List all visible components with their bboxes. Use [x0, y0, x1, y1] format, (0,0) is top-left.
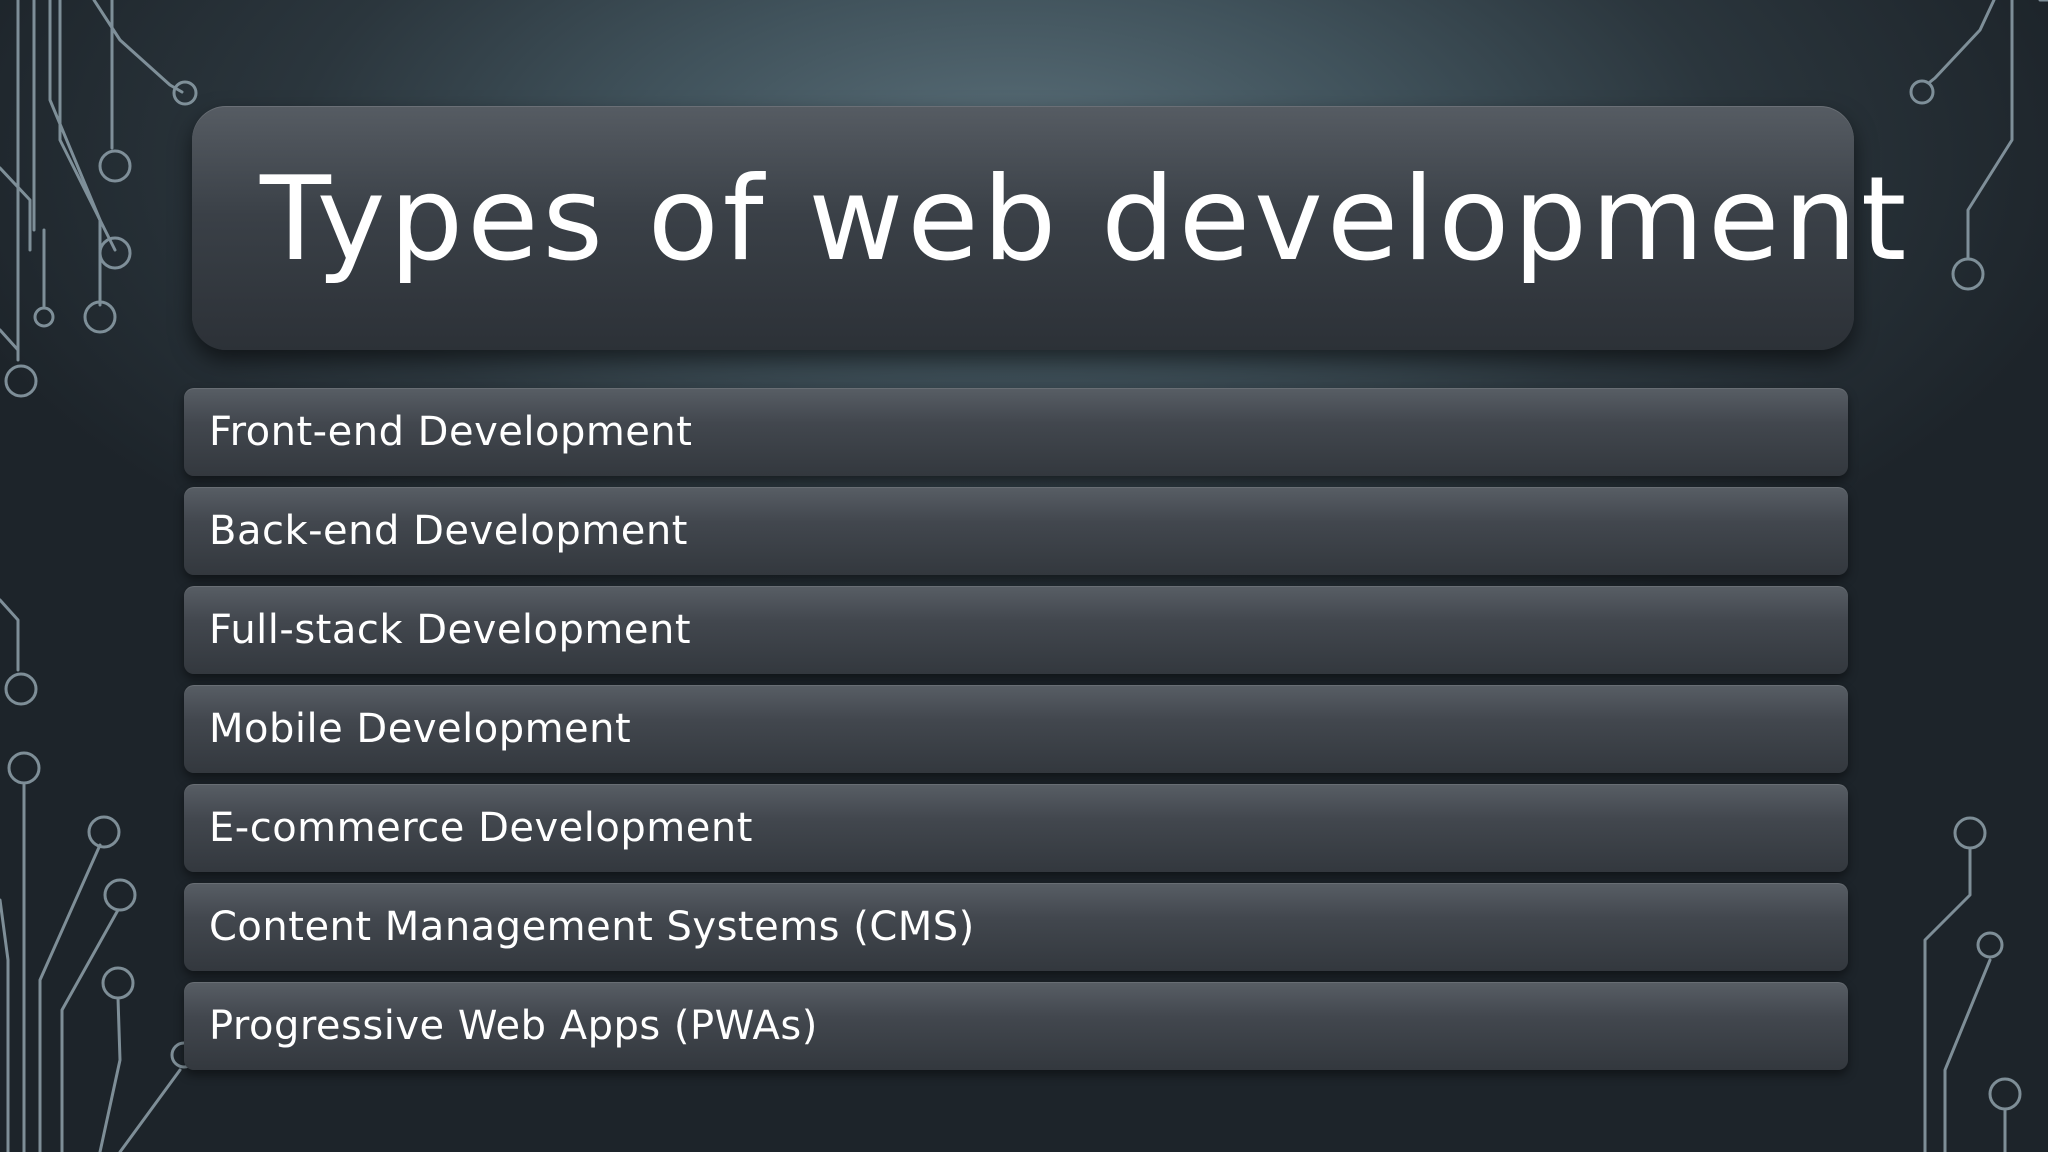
- list-item-label: Front-end Development: [209, 409, 693, 455]
- list-item: Back-end Development: [184, 487, 1848, 575]
- slide-title: Types of web development: [260, 152, 1911, 287]
- list-item: Progressive Web Apps (PWAs): [184, 982, 1848, 1070]
- list-item-label: Progressive Web Apps (PWAs): [209, 1003, 818, 1049]
- development-types-list: Front-end Development Back-end Developme…: [184, 388, 1848, 1081]
- list-item-label: Mobile Development: [209, 706, 632, 752]
- list-item-label: Back-end Development: [209, 508, 688, 554]
- list-item-label: Content Management Systems (CMS): [209, 904, 975, 950]
- list-item: Full-stack Development: [184, 586, 1848, 674]
- list-item-label: E-commerce Development: [209, 805, 753, 851]
- list-item: Content Management Systems (CMS): [184, 883, 1848, 971]
- list-item: Mobile Development: [184, 685, 1848, 773]
- presentation-slide: Types of web development Front-end Devel…: [0, 0, 2048, 1152]
- list-item: E-commerce Development: [184, 784, 1848, 872]
- list-item: Front-end Development: [184, 388, 1848, 476]
- title-panel: Types of web development: [192, 106, 1906, 350]
- list-item-label: Full-stack Development: [209, 607, 692, 653]
